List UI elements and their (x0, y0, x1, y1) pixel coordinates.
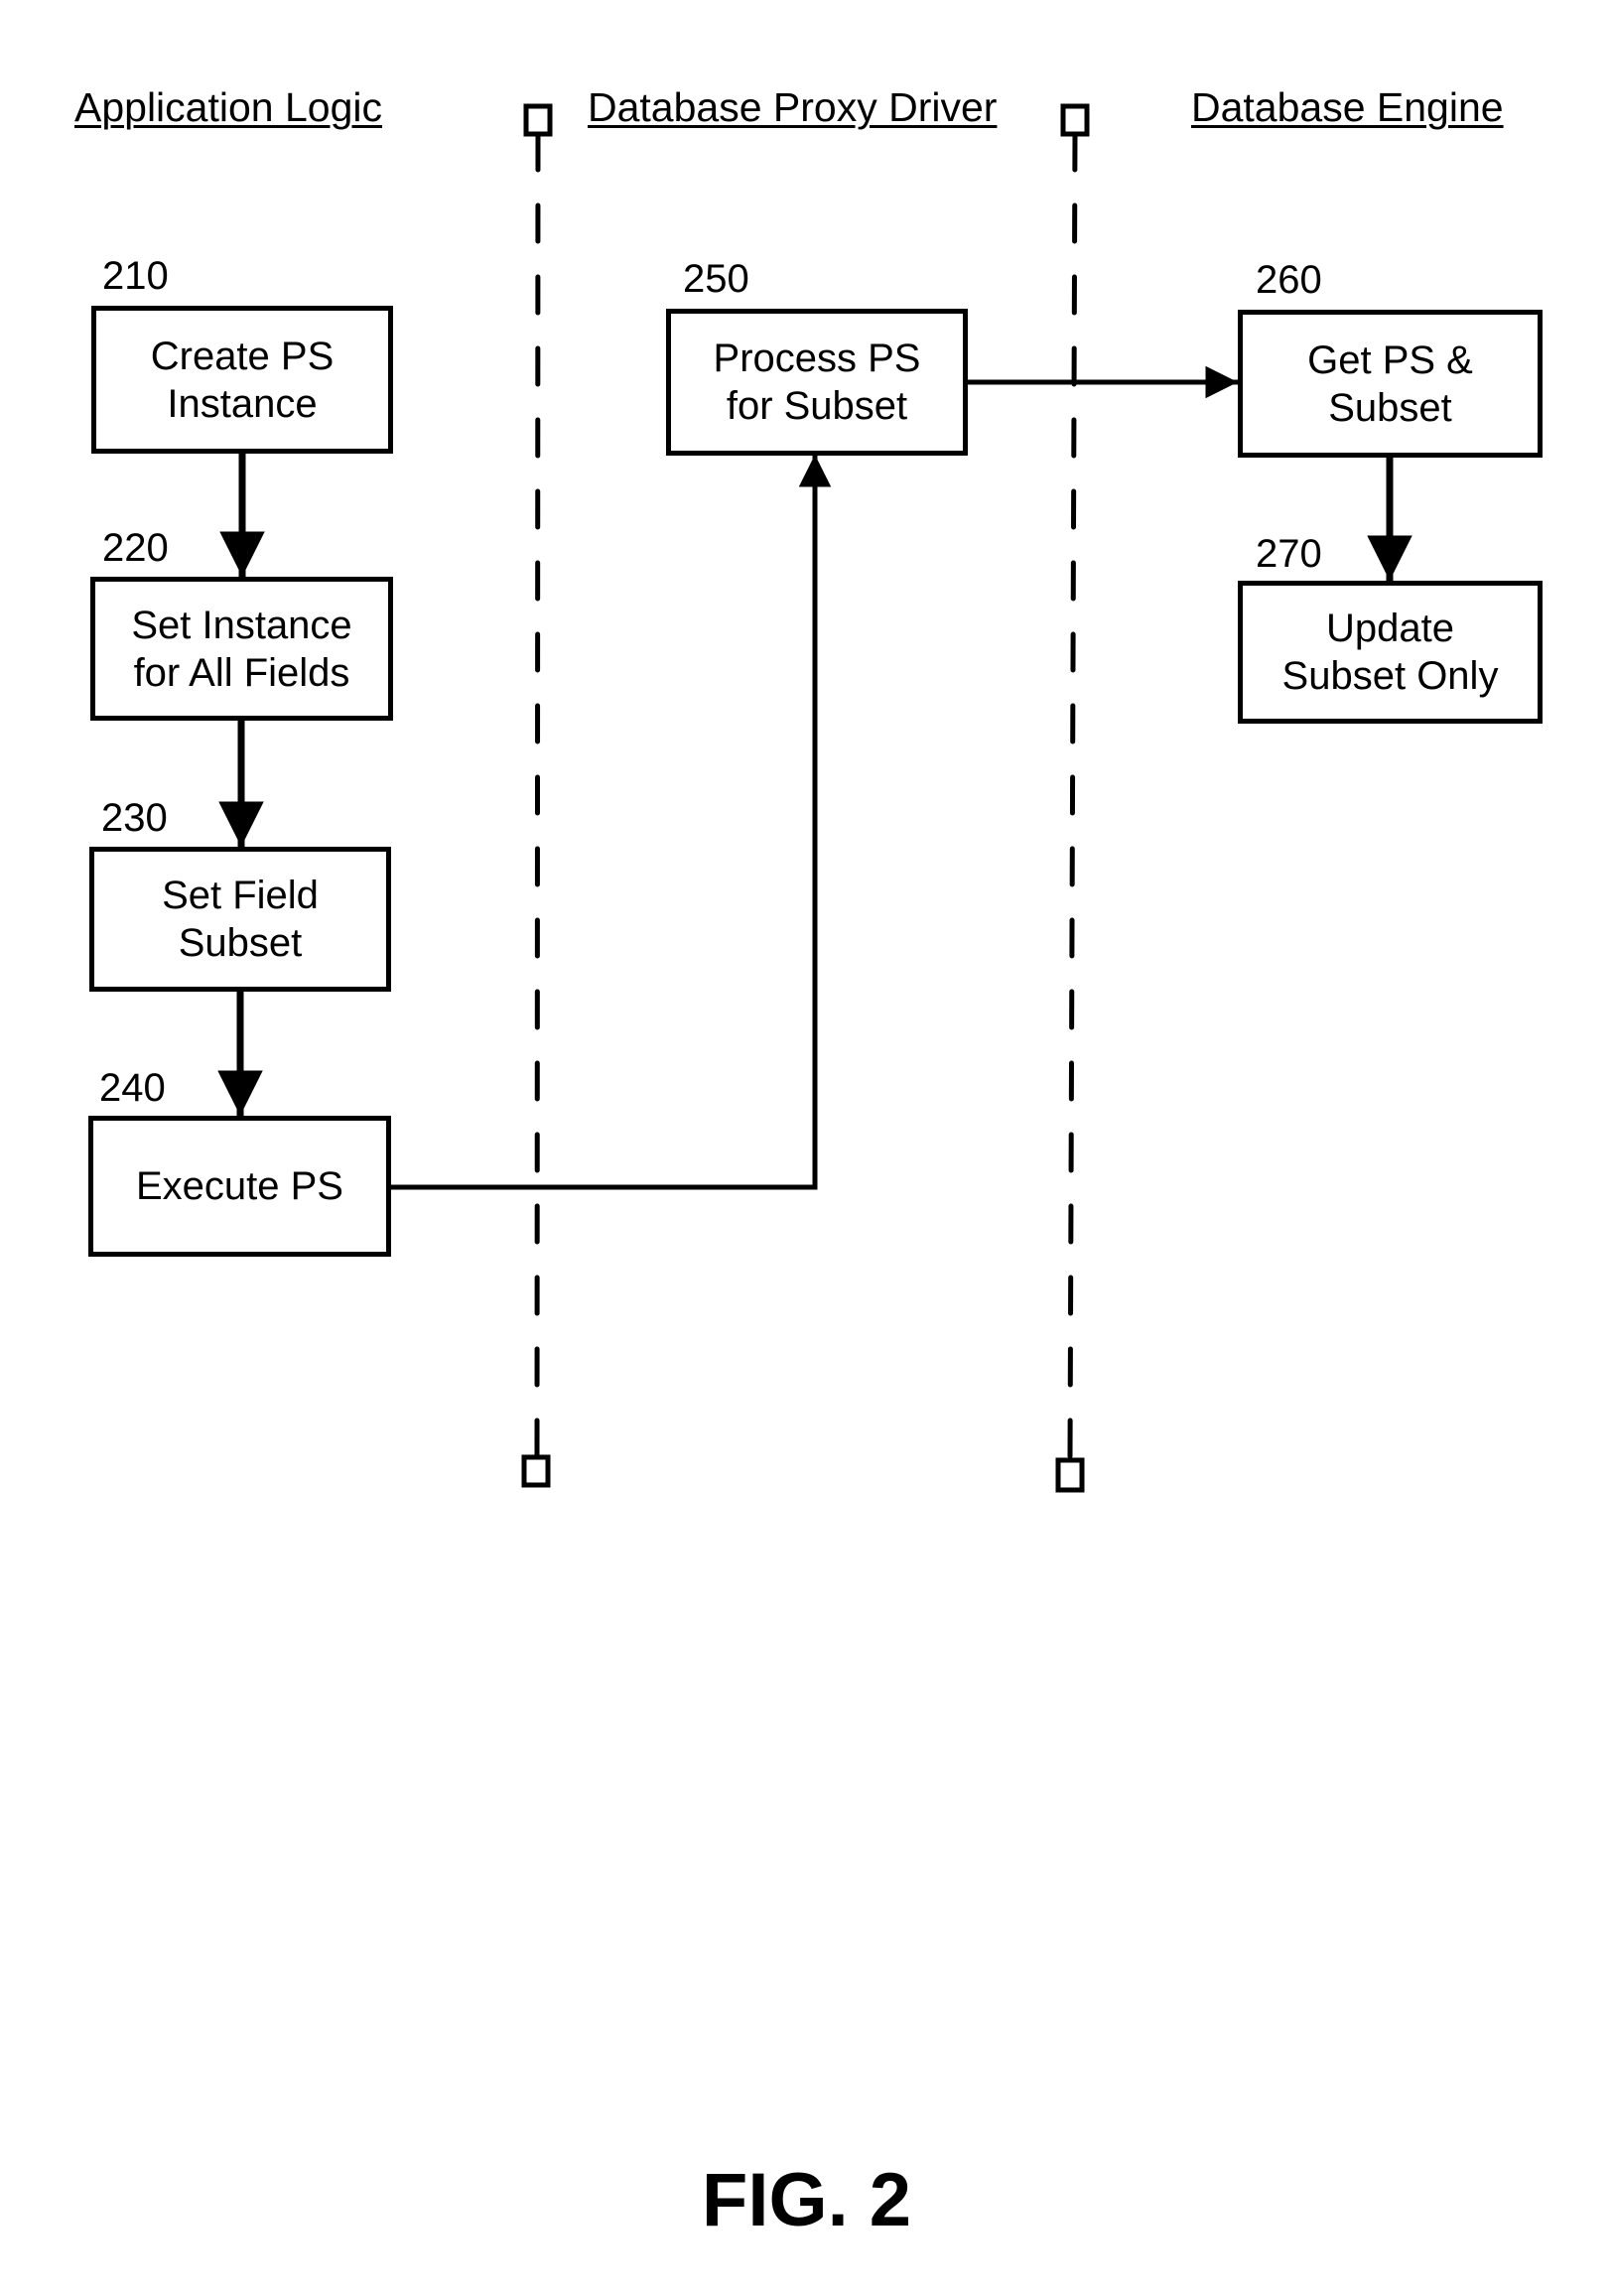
step-ref-260: 260 (1256, 258, 1322, 302)
step-label: Update Subset Only (1281, 607, 1499, 698)
step-label: Get PS & Subset (1307, 338, 1473, 430)
lane-separator-dashed-line (1067, 131, 1078, 1461)
lane-separator-bottom-terminal (521, 1454, 551, 1488)
step-ref-270: 270 (1256, 532, 1322, 576)
flow-arrow-240-250 (390, 455, 832, 1190)
step-ref-250: 250 (683, 257, 749, 301)
lane-separator-app-proxy (521, 103, 553, 1488)
step-label: Execute PS (135, 1164, 343, 1208)
lane-separator-dashed-line (534, 131, 541, 1458)
step-label: Set Instance for All Fields (131, 603, 352, 695)
step-box-create-ps-instance: Create PS Instance (91, 306, 393, 454)
step-ref-230: 230 (101, 796, 168, 840)
step-box-update-subset-only: Update Subset Only (1238, 581, 1543, 724)
step-label: Set Field Subset (162, 874, 319, 965)
step-box-set-instance-all-fields: Set Instance for All Fields (90, 577, 393, 721)
lane-header-database-proxy-driver: Database Proxy Driver (588, 84, 998, 130)
lane-separator-top-terminal (523, 103, 553, 137)
lane-separator-top-terminal (1060, 103, 1090, 137)
step-box-process-ps-for-subset: Process PS for Subset (666, 309, 968, 456)
lane-header-application-logic: Application Logic (74, 84, 382, 130)
figure-caption: FIG. 2 (701, 2158, 912, 2242)
step-ref-210: 210 (102, 254, 169, 298)
step-box-get-ps-and-subset: Get PS & Subset (1238, 310, 1543, 458)
step-label: Process PS for Subset (713, 337, 921, 428)
step-ref-220: 220 (102, 526, 169, 570)
step-box-set-field-subset: Set Field Subset (89, 847, 391, 992)
step-label: Create PS Instance (150, 334, 335, 426)
lane-separator-bottom-terminal (1055, 1457, 1085, 1493)
step-box-execute-ps: Execute PS (88, 1116, 391, 1257)
lane-separator-proxy-engine (1055, 103, 1090, 1493)
lane-header-database-engine: Database Engine (1191, 84, 1504, 130)
step-ref-240: 240 (99, 1066, 166, 1110)
